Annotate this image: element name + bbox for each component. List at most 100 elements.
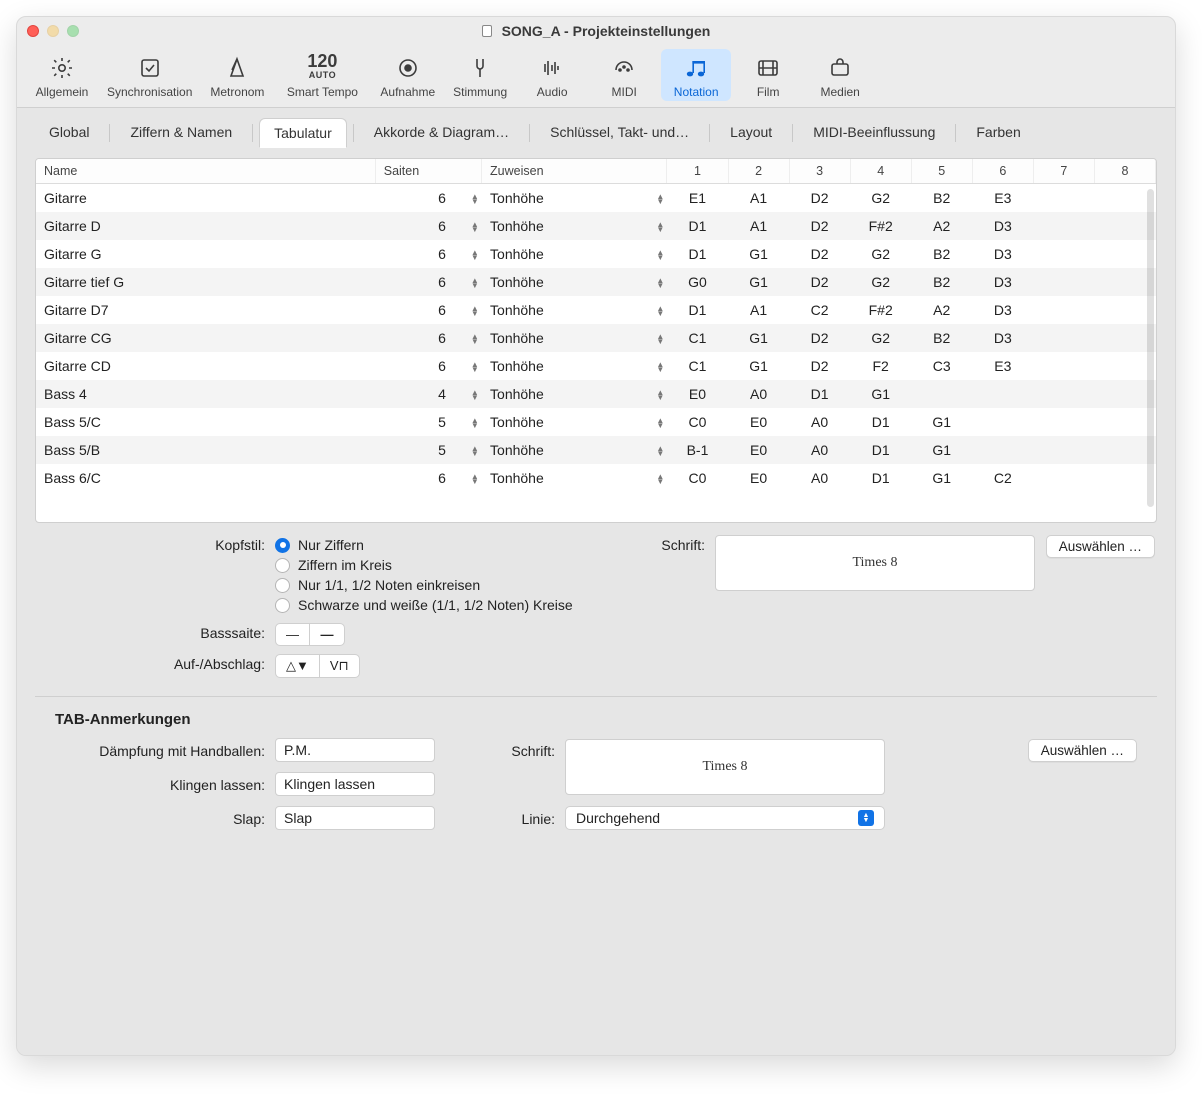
cell-string-5[interactable]: A2 bbox=[911, 212, 972, 240]
cell-string-4[interactable]: G2 bbox=[850, 324, 911, 352]
cell-zuweisen[interactable]: Tonhöhe bbox=[482, 408, 640, 436]
tab-ziffern-namen[interactable]: Ziffern & Namen bbox=[116, 118, 246, 148]
cell-string-7[interactable] bbox=[1033, 464, 1094, 492]
minimize-window-button[interactable] bbox=[47, 25, 59, 37]
cell-string-4[interactable]: F#2 bbox=[850, 212, 911, 240]
cell-string-5[interactable] bbox=[911, 380, 972, 408]
cell-saiten[interactable]: 6 bbox=[375, 184, 454, 213]
tb-metronom[interactable]: Metronom bbox=[202, 49, 272, 101]
cell-string-5[interactable]: B2 bbox=[911, 184, 972, 213]
cell-name[interactable]: Gitarre CG bbox=[36, 324, 375, 352]
table-row[interactable]: Bass 6/C6▲▼Tonhöhe▲▼C0E0A0D1G1C2 bbox=[36, 464, 1156, 492]
stepper-icon[interactable]: ▲▼ bbox=[471, 362, 479, 372]
cell-string-5[interactable]: G1 bbox=[911, 408, 972, 436]
cell-string-4[interactable]: G1 bbox=[850, 380, 911, 408]
cell-string-4[interactable]: G2 bbox=[850, 184, 911, 213]
stepper-icon[interactable]: ▲▼ bbox=[656, 390, 664, 400]
cell-string-2[interactable]: E0 bbox=[728, 436, 789, 464]
stepper-icon[interactable]: ▲▼ bbox=[656, 250, 664, 260]
stepper-icon[interactable]: ▲▼ bbox=[656, 474, 664, 484]
cell-zuweisen[interactable]: Tonhöhe bbox=[482, 296, 640, 324]
cell-string-1[interactable]: G0 bbox=[667, 268, 728, 296]
table-row[interactable]: Gitarre D76▲▼Tonhöhe▲▼D1A1C2F#2A2D3 bbox=[36, 296, 1156, 324]
stepper-icon[interactable]: ▲▼ bbox=[656, 362, 664, 372]
tab-schluessel[interactable]: Schlüssel, Takt- und… bbox=[536, 118, 703, 148]
tab-midi-beeinflussung[interactable]: MIDI-Beeinflussung bbox=[799, 118, 949, 148]
cell-string-2[interactable]: A1 bbox=[728, 212, 789, 240]
stepper-icon[interactable]: ▲▼ bbox=[471, 222, 479, 232]
cell-string-6[interactable]: C2 bbox=[972, 464, 1033, 492]
cell-string-2[interactable]: G1 bbox=[728, 352, 789, 380]
cell-string-2[interactable]: A1 bbox=[728, 296, 789, 324]
cell-string-7[interactable] bbox=[1033, 380, 1094, 408]
cell-string-1[interactable]: B-1 bbox=[667, 436, 728, 464]
cell-string-4[interactable]: F#2 bbox=[850, 296, 911, 324]
stepper-icon[interactable]: ▲▼ bbox=[656, 446, 664, 456]
cell-string-1[interactable]: D1 bbox=[667, 240, 728, 268]
cell-string-1[interactable]: E0 bbox=[667, 380, 728, 408]
cell-string-6[interactable]: D3 bbox=[972, 240, 1033, 268]
zoom-window-button[interactable] bbox=[67, 25, 79, 37]
cell-string-1[interactable]: D1 bbox=[667, 212, 728, 240]
cell-string-3[interactable]: D2 bbox=[789, 268, 850, 296]
linie-select[interactable]: Durchgehend ▲▼ bbox=[565, 806, 885, 830]
basssaite-opt-a[interactable]: — bbox=[276, 624, 310, 645]
tb-midi[interactable]: MIDI bbox=[589, 49, 659, 101]
cell-string-7[interactable] bbox=[1033, 324, 1094, 352]
stepper-icon[interactable]: ▲▼ bbox=[471, 194, 479, 204]
cell-string-7[interactable] bbox=[1033, 268, 1094, 296]
table-row[interactable]: Gitarre D6▲▼Tonhöhe▲▼D1A1D2F#2A2D3 bbox=[36, 212, 1156, 240]
cell-name[interactable]: Gitarre G bbox=[36, 240, 375, 268]
cell-string-6[interactable]: D3 bbox=[972, 212, 1033, 240]
ann-font-choose-button[interactable]: Auswählen … bbox=[1028, 739, 1137, 762]
stepper-icon[interactable]: ▲▼ bbox=[656, 278, 664, 288]
stepper-icon[interactable]: ▲▼ bbox=[656, 418, 664, 428]
cell-string-2[interactable]: G1 bbox=[728, 240, 789, 268]
cell-string-7[interactable] bbox=[1033, 352, 1094, 380]
cell-string-6[interactable] bbox=[972, 408, 1033, 436]
tb-film[interactable]: Film bbox=[733, 49, 803, 101]
cell-name[interactable]: Bass 5/B bbox=[36, 436, 375, 464]
cell-saiten[interactable]: 6 bbox=[375, 464, 454, 492]
cell-string-6[interactable]: D3 bbox=[972, 268, 1033, 296]
slap-input[interactable]: Slap bbox=[275, 806, 435, 830]
daempfung-input[interactable]: P.M. bbox=[275, 738, 435, 762]
table-row[interactable]: Gitarre CG6▲▼Tonhöhe▲▼C1G1D2G2B2D3 bbox=[36, 324, 1156, 352]
cell-string-4[interactable]: G2 bbox=[850, 268, 911, 296]
cell-string-6[interactable]: D3 bbox=[972, 296, 1033, 324]
cell-string-2[interactable]: E0 bbox=[728, 408, 789, 436]
cell-zuweisen[interactable]: Tonhöhe bbox=[482, 268, 640, 296]
cell-zuweisen[interactable]: Tonhöhe bbox=[482, 324, 640, 352]
tb-notation[interactable]: Notation bbox=[661, 49, 731, 101]
tb-allgemein[interactable]: Allgemein bbox=[27, 49, 97, 101]
cell-string-3[interactable]: C2 bbox=[789, 296, 850, 324]
cell-string-1[interactable]: C1 bbox=[667, 352, 728, 380]
cell-string-6[interactable] bbox=[972, 380, 1033, 408]
cell-string-5[interactable]: B2 bbox=[911, 324, 972, 352]
close-window-button[interactable] bbox=[27, 25, 39, 37]
cell-string-7[interactable] bbox=[1033, 436, 1094, 464]
cell-name[interactable]: Bass 4 bbox=[36, 380, 375, 408]
cell-string-7[interactable] bbox=[1033, 408, 1094, 436]
stepper-icon[interactable]: ▲▼ bbox=[471, 446, 479, 456]
cell-string-6[interactable]: E3 bbox=[972, 352, 1033, 380]
cell-string-5[interactable]: G1 bbox=[911, 464, 972, 492]
radio-schwarz-weiss[interactable]: Schwarze und weiße (1/1, 1/2 Noten) Krei… bbox=[275, 595, 635, 615]
radio-nur-ziffern[interactable]: Nur Ziffern bbox=[275, 535, 635, 555]
stepper-icon[interactable]: ▲▼ bbox=[656, 306, 664, 316]
cell-name[interactable]: Bass 5/C bbox=[36, 408, 375, 436]
cell-saiten[interactable]: 6 bbox=[375, 212, 454, 240]
th-2[interactable]: 2 bbox=[728, 159, 789, 184]
th-saiten[interactable]: Saiten bbox=[375, 159, 481, 184]
cell-string-2[interactable]: A0 bbox=[728, 380, 789, 408]
cell-name[interactable]: Gitarre D bbox=[36, 212, 375, 240]
cell-saiten[interactable]: 6 bbox=[375, 296, 454, 324]
radio-nur-einkreisen[interactable]: Nur 1/1, 1/2 Noten einkreisen bbox=[275, 575, 635, 595]
th-7[interactable]: 7 bbox=[1033, 159, 1094, 184]
th-3[interactable]: 3 bbox=[789, 159, 850, 184]
th-4[interactable]: 4 bbox=[850, 159, 911, 184]
klingen-input[interactable]: Klingen lassen bbox=[275, 772, 435, 796]
tab-layout[interactable]: Layout bbox=[716, 118, 786, 148]
cell-string-4[interactable]: F2 bbox=[850, 352, 911, 380]
cell-string-5[interactable]: B2 bbox=[911, 268, 972, 296]
